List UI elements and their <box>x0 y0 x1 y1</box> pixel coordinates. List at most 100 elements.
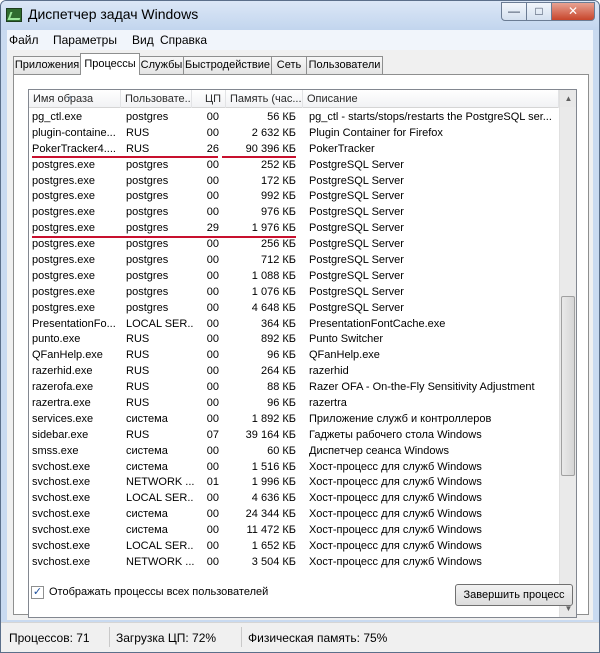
table-row[interactable]: sidebar.exe RUS 07 39 164 КБ Гаджеты рабочег… <box>29 428 559 444</box>
menu-bar: Файл Параметры Вид Справка <box>7 30 593 50</box>
tab-services[interactable]: Службы <box>139 56 184 74</box>
table-row[interactable]: punto.exe RUS 00 892 КБ Punto Switcher <box>29 332 559 348</box>
table-row[interactable]: postgres.exe postgres 00 4 648 КБ PostgreSQL… <box>29 301 559 317</box>
table-row[interactable]: QFanHelp.exe RUS 00 96 КБ QFanHelp.exe <box>29 348 559 364</box>
table-row[interactable]: svchost.exe система 00 24 344 КБ Хост-процес… <box>29 507 559 523</box>
tab-users[interactable]: Пользователи <box>306 56 383 74</box>
process-memory-cell: 24 344 КБ <box>245 508 296 521</box>
menu-options[interactable]: Параметры <box>53 33 117 47</box>
table-row[interactable]: plugin-containe... RUS 00 2 632 КБ Plugin Co… <box>29 126 559 142</box>
process-cpu-cell: 00 <box>206 333 219 346</box>
column-header-user[interactable]: Пользовате... <box>121 90 192 108</box>
process-user-cell: postgres <box>126 158 169 171</box>
task-manager-window: Диспетчер задач Windows — □ ✕ Файл Парам… <box>0 0 600 653</box>
table-row[interactable]: razerofa.exe RUS 00 88 КБ Razer OFA - On-the… <box>29 380 559 396</box>
process-cpu-cell: 00 <box>206 111 219 123</box>
process-user-cell: RUS <box>126 428 150 441</box>
process-memory-cell: 96 КБ <box>267 349 296 362</box>
table-row[interactable]: postgres.exe postgres 00 252 КБ PostgreSQL S… <box>29 158 559 174</box>
table-row[interactable]: postgres.exe postgres 00 992 КБ PostgreSQL S… <box>29 189 559 205</box>
tab-performance[interactable]: Быстродействие <box>183 56 272 74</box>
table-row[interactable]: svchost.exe система 00 11 472 КБ Хост-процес… <box>29 523 559 539</box>
process-user-cell: RUS <box>126 349 150 362</box>
process-cpu-cell: 00 <box>206 381 219 394</box>
process-memory-cell: 172 КБ <box>260 174 296 187</box>
table-row[interactable]: postgres.exe postgres 29 1 976 КБ PostgreSQL… <box>29 221 559 237</box>
table-row[interactable]: postgres.exe postgres 00 1 088 КБ PostgreSQL… <box>29 269 559 285</box>
process-name-cell: sidebar.exe <box>32 428 89 441</box>
process-description-cell: Диспетчер сеанса Windows <box>309 444 449 457</box>
process-memory-cell: 1 516 КБ <box>251 460 296 473</box>
process-user-cell: postgres <box>126 206 169 219</box>
column-header-memory[interactable]: Память (час... <box>226 90 303 108</box>
process-name-cell: postgres.exe <box>32 238 95 251</box>
process-memory-cell: 364 КБ <box>260 317 296 330</box>
process-description-cell: Гаджеты рабочего стола Windows <box>309 428 482 441</box>
status-bar: Процессов: 71 Загрузка ЦП: 72% Физическа… <box>1 622 599 652</box>
show-all-processes-checkbox[interactable]: ✓ <box>31 586 44 599</box>
menu-file[interactable]: Файл <box>9 33 39 47</box>
title-bar[interactable]: Диспетчер задач Windows — □ ✕ <box>1 1 599 30</box>
process-name-cell: postgres.exe <box>32 301 95 314</box>
process-user-cell: RUS <box>126 365 150 378</box>
table-row[interactable]: postgres.exe postgres 00 256 КБ PostgreSQL S… <box>29 237 559 253</box>
minimize-button[interactable]: — <box>501 2 527 21</box>
process-name-cell: svchost.exe <box>32 492 91 505</box>
tab-processes[interactable]: Процессы <box>80 53 140 75</box>
process-description-cell: PresentationFontCache.exe <box>309 317 446 330</box>
table-row[interactable]: smss.exe система 00 60 КБ Диспетчер сеанса W… <box>29 444 559 460</box>
process-memory-cell: 11 472 КБ <box>246 524 296 537</box>
table-row[interactable]: postgres.exe postgres 00 172 КБ PostgreSQL S… <box>29 174 559 190</box>
scroll-thumb[interactable] <box>561 296 575 476</box>
end-process-button[interactable]: Завершить процесс <box>455 584 573 606</box>
close-button[interactable]: ✕ <box>551 2 595 21</box>
table-row[interactable]: svchost.exe LOCAL SER... 00 4 636 КБ Хост-пр… <box>29 491 559 507</box>
process-list[interactable]: ▲ Имя образа Пользовате... ЦП Память (ча… <box>28 89 577 618</box>
table-row[interactable]: postgres.exe postgres 00 976 КБ PostgreSQL S… <box>29 205 559 221</box>
process-memory-cell: 264 КБ <box>260 365 296 378</box>
table-row[interactable]: svchost.exe NETWORK ... 00 3 504 КБ Хост-про… <box>29 555 559 571</box>
process-name-cell: svchost.exe <box>32 524 91 537</box>
table-row[interactable]: razerhid.exe RUS 00 264 КБ razerhid <box>29 364 559 380</box>
table-row[interactable]: svchost.exe LOCAL SER... 00 1 652 КБ Хост-пр… <box>29 539 559 555</box>
process-user-cell: postgres <box>126 285 169 298</box>
column-header-cpu[interactable]: ЦП <box>192 90 226 108</box>
process-description-cell: PostgreSQL Server <box>309 254 404 267</box>
process-user-cell: postgres <box>126 238 169 251</box>
process-user-cell: postgres <box>126 301 169 314</box>
table-row[interactable]: svchost.exe система 00 1 516 КБ Хост-процесс… <box>29 460 559 476</box>
sort-ascending-icon: ▲ <box>67 95 73 101</box>
process-cpu-cell: 00 <box>206 269 219 282</box>
process-name-cell: svchost.exe <box>32 460 91 473</box>
table-row[interactable]: postgres.exe postgres 00 712 КБ PostgreSQL S… <box>29 253 559 269</box>
menu-view[interactable]: Вид <box>132 33 154 47</box>
table-row[interactable]: svchost.exe NETWORK ... 01 1 996 КБ Хост-про… <box>29 475 559 491</box>
tab-network[interactable]: Сеть <box>271 56 307 74</box>
process-cpu-cell: 07 <box>206 428 219 441</box>
menu-help[interactable]: Справка <box>160 33 207 47</box>
table-row[interactable]: services.exe система 00 1 892 КБ Приложение … <box>29 412 559 428</box>
process-user-cell: RUS <box>126 381 150 394</box>
table-row[interactable]: pg_ctl.exe postgres 00 56 КБ pg_ctl - starts… <box>29 110 559 126</box>
process-memory-cell: 712 КБ <box>260 254 296 267</box>
tab-applications[interactable]: Приложения <box>13 56 81 74</box>
process-description-cell: Хост-процесс для служб Windows <box>309 492 482 505</box>
process-memory-cell: 892 КБ <box>260 333 296 346</box>
process-user-cell: postgres <box>126 111 169 123</box>
column-header-description[interactable]: Описание <box>303 90 559 108</box>
column-header-image-name[interactable]: ▲ Имя образа <box>29 90 121 108</box>
process-memory-cell: 3 504 КБ <box>251 555 296 568</box>
process-name-cell: postgres.exe <box>32 285 95 298</box>
process-memory-cell: 4 636 КБ <box>251 492 296 505</box>
process-memory-cell: 1 076 КБ <box>251 285 296 298</box>
maximize-button[interactable]: □ <box>526 2 552 21</box>
table-row[interactable]: razertra.exe RUS 00 96 КБ razertra <box>29 396 559 412</box>
process-description-cell: PostgreSQL Server <box>309 206 404 219</box>
table-row[interactable]: postgres.exe postgres 00 1 076 КБ PostgreSQL… <box>29 285 559 301</box>
process-user-cell: postgres <box>126 190 169 203</box>
process-description-cell: Хост-процесс для служб Windows <box>309 555 482 568</box>
vertical-scrollbar[interactable]: ▲ ▼ <box>559 90 576 617</box>
table-row[interactable]: PresentationFo... LOCAL SER... 00 364 КБ Pre… <box>29 317 559 333</box>
process-cpu-cell: 00 <box>206 238 219 251</box>
scroll-up-icon[interactable]: ▲ <box>560 90 576 107</box>
